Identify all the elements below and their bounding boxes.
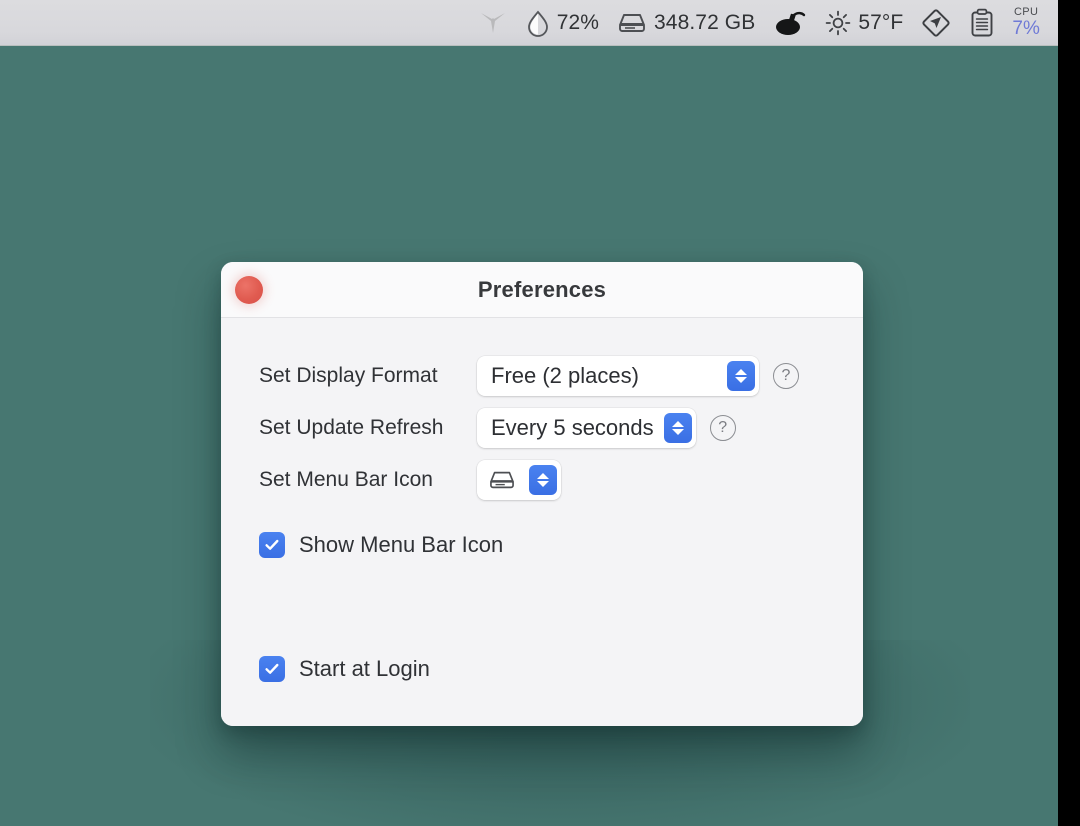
row-menu-bar-icon: Set Menu Bar Icon	[259, 454, 863, 506]
bomb-icon	[773, 9, 807, 37]
label-display-format: Set Display Format	[259, 364, 438, 387]
close-button[interactable]	[235, 275, 263, 304]
row-display-format: Set Display Format Free (2 places) ?	[259, 350, 863, 402]
display-format-select[interactable]: Free (2 places)	[477, 356, 759, 396]
desktop-background: 72% 348.72 GB 57°F CPU 7% Preferences Se…	[0, 0, 1058, 826]
cursor-diamond-icon	[921, 8, 951, 38]
display-format-stepper[interactable]	[727, 361, 755, 391]
checkbox-row-start-at-login[interactable]: Start at Login	[259, 656, 863, 682]
sun-icon	[825, 10, 851, 36]
window-titlebar: Preferences	[221, 262, 863, 318]
check-icon	[265, 539, 279, 550]
disk-free-label: 348.72 GB	[654, 10, 756, 34]
start-at-login-label: Start at Login	[299, 656, 430, 681]
row-update-refresh: Set Update Refresh Every 5 seconds ?	[259, 402, 863, 454]
chevron-up-icon	[671, 421, 684, 427]
check-icon	[265, 663, 279, 674]
menubar-item-battery[interactable]: 72%	[517, 0, 608, 45]
chevron-up-icon	[537, 473, 549, 479]
menu-bar-icon-stepper[interactable]	[529, 465, 557, 495]
update-refresh-help-button[interactable]: ?	[709, 415, 736, 441]
menu-bar-icon-select[interactable]	[477, 460, 561, 500]
hard-drive-icon	[487, 468, 517, 492]
menubar-item-clipboard[interactable]	[960, 0, 1004, 45]
start-at-login-checkbox[interactable]	[259, 656, 285, 682]
preferences-window: Preferences Set Display Format Free (2 p…	[221, 262, 863, 726]
menubar-item-bird[interactable]	[469, 0, 517, 45]
battery-percent-label: 72%	[556, 10, 600, 34]
display-format-help-button[interactable]: ?	[773, 363, 799, 389]
update-refresh-stepper[interactable]	[663, 413, 692, 443]
update-refresh-select[interactable]: Every 5 seconds	[477, 408, 696, 448]
show-menu-bar-icon-label: Show Menu Bar Icon	[299, 532, 504, 557]
checkbox-row-show-menu-bar-icon[interactable]: Show Menu Bar Icon	[259, 532, 863, 558]
battery-circle-icon	[526, 9, 550, 37]
chevron-up-icon	[735, 369, 747, 375]
cpu-title-label: CPU	[1013, 6, 1039, 18]
menubar-item-disk[interactable]: 348.72 GB	[608, 0, 764, 45]
cpu-usage-label: 7%	[1012, 18, 1040, 39]
chevron-down-icon	[735, 377, 747, 383]
menubar-item-cpu[interactable]: CPU 7%	[1004, 0, 1050, 45]
window-body: Set Display Format Free (2 places) ? Set…	[221, 318, 863, 726]
window-title: Preferences	[477, 276, 607, 302]
clipboard-icon	[969, 8, 995, 38]
update-refresh-value: Every 5 seconds	[491, 415, 654, 440]
temperature-label: 57°F	[858, 10, 904, 34]
macos-menu-bar: 72% 348.72 GB 57°F CPU 7%	[0, 0, 1058, 46]
bird-icon	[478, 9, 508, 37]
display-format-value: Free (2 places)	[491, 363, 639, 388]
menubar-item-bomb[interactable]	[764, 0, 816, 45]
chevron-down-icon	[537, 481, 549, 487]
show-menu-bar-icon-checkbox[interactable]	[259, 532, 285, 558]
hard-drive-icon	[617, 10, 647, 36]
menubar-item-cursor[interactable]	[912, 0, 960, 45]
chevron-down-icon	[671, 429, 684, 435]
screen-right-border	[1058, 0, 1080, 826]
screen: 72% 348.72 GB 57°F CPU 7% Preferences Se…	[0, 0, 1080, 826]
label-update-refresh: Set Update Refresh	[259, 416, 444, 439]
menubar-item-weather[interactable]: 57°F	[816, 0, 912, 45]
label-menu-bar-icon: Set Menu Bar Icon	[259, 468, 433, 491]
